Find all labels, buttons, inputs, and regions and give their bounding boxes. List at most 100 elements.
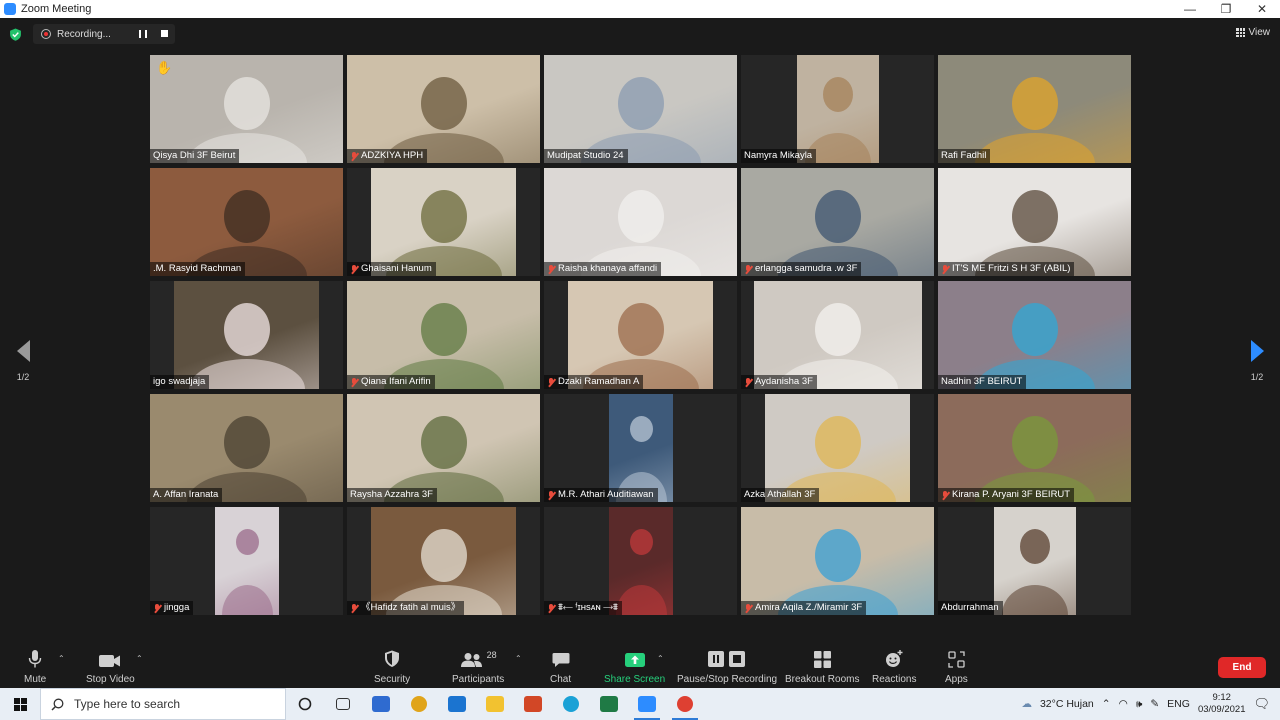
security-button[interactable]: Security — [374, 650, 410, 685]
participant-tile[interactable]: Nadhin 3F BEIRUT — [938, 281, 1131, 389]
cortana-button[interactable] — [286, 688, 324, 720]
encryption-shield-icon[interactable] — [9, 28, 22, 41]
taskbar-app-powerpoint[interactable] — [514, 688, 552, 720]
participant-video — [741, 507, 934, 615]
zoom-icon — [638, 696, 656, 712]
participant-figure — [815, 416, 861, 469]
taskbar-app-edge[interactable] — [552, 688, 590, 720]
pause-stop-recording-label: Pause/Stop Recording — [677, 674, 778, 685]
taskbar-app-zoom[interactable] — [628, 688, 666, 720]
participants-button[interactable]: 28 Participants — [452, 650, 504, 685]
stop-video-button[interactable]: Stop Video — [86, 650, 135, 685]
participant-figure — [224, 190, 270, 243]
taskbar-app-file-explorer[interactable] — [476, 688, 514, 720]
participant-tile[interactable]: erlangga samudra .w 3F — [741, 168, 934, 276]
notifications-icon[interactable]: 🗨 — [1253, 696, 1270, 712]
taskbar-app-store[interactable] — [362, 688, 400, 720]
network-icon[interactable]: ◠ — [1119, 698, 1128, 710]
video-camera-icon — [99, 650, 121, 668]
chat-button[interactable]: Chat — [550, 650, 571, 685]
participant-tile[interactable]: .M. Rasyid Rachman — [150, 168, 343, 276]
participant-tile[interactable]: Amira Aqila Z./Miramir 3F — [741, 507, 934, 615]
participant-tile[interactable]: 《Hafidz fatih al muis》 — [347, 507, 540, 615]
view-button[interactable]: View — [1235, 27, 1270, 38]
security-shield-icon — [384, 650, 400, 668]
participant-tile[interactable]: Abdurrahman — [938, 507, 1131, 615]
participant-video — [371, 168, 516, 276]
participant-name: .M. Rasyid Rachman — [153, 263, 242, 274]
participant-name-tag: Aydanisha 3F — [741, 375, 817, 389]
participant-name-tag: IT'S ME Fritzi S H 3F (ABIL) — [938, 262, 1075, 276]
breakout-rooms-button[interactable]: Breakout Rooms — [785, 650, 859, 685]
clock[interactable]: 9:12 03/09/2021 — [1198, 692, 1246, 716]
end-meeting-button[interactable]: End — [1218, 657, 1266, 678]
participant-tile[interactable]: Raisha khanaya affandi — [544, 168, 737, 276]
participant-name-tag: .M. Rasyid Rachman — [150, 262, 246, 276]
participant-tile[interactable]: jingga — [150, 507, 343, 615]
participant-tile[interactable]: Namyra Mikayla — [741, 55, 934, 163]
reactions-smiley-icon — [885, 650, 903, 668]
clock-time: 9:12 — [1212, 692, 1231, 703]
store-icon — [372, 696, 390, 712]
participant-figure — [815, 190, 861, 243]
mute-button[interactable]: Mute — [24, 650, 46, 685]
taskbar-app-chrome[interactable] — [400, 688, 438, 720]
start-button[interactable] — [0, 688, 40, 720]
taskbar-app-chrome-2[interactable] — [666, 688, 704, 720]
participant-video — [347, 55, 540, 163]
chrome-icon-2 — [677, 696, 693, 712]
reactions-button[interactable]: Reactions — [872, 650, 916, 685]
participant-tile[interactable]: Kirana P. Aryani 3F BEIRUT — [938, 394, 1131, 502]
participant-tile[interactable]: ADZKIYA HPH — [347, 55, 540, 163]
language-indicator[interactable]: ENG — [1167, 698, 1190, 710]
share-screen-button[interactable]: Share Screen — [604, 650, 665, 685]
participant-tile[interactable]: Aydanisha 3F — [741, 281, 934, 389]
muted-microphone-icon — [744, 264, 752, 274]
arrow-left-icon — [16, 340, 30, 362]
weather-text[interactable]: 32°C Hujan — [1040, 698, 1094, 710]
participant-tile[interactable]: igo swadjaja — [150, 281, 343, 389]
participant-tile[interactable]: IT'S ME Fritzi S H 3F (ABIL) — [938, 168, 1131, 276]
muted-microphone-icon — [350, 264, 358, 274]
participant-tile[interactable]: Dzaki Ramadhan A — [544, 281, 737, 389]
volume-icon[interactable]: 🕪 — [1136, 698, 1143, 711]
participant-tile[interactable]: Azka Athallah 3F — [741, 394, 934, 502]
next-page-button[interactable]: 1/2 — [1242, 340, 1272, 382]
taskbar-search-box[interactable]: Type here to search — [40, 688, 286, 720]
participant-tile[interactable]: Qiana Ifani Arifin — [347, 281, 540, 389]
apps-button[interactable]: Apps — [945, 650, 968, 685]
video-options-caret-icon[interactable]: ⌃ — [136, 654, 143, 663]
participant-tile[interactable]: Rafi Fadhil — [938, 55, 1131, 163]
pen-icon[interactable]: ✎ — [1150, 698, 1159, 710]
audio-options-caret-icon[interactable]: ⌃ — [58, 654, 65, 663]
maximize-button[interactable]: ❐ — [1208, 0, 1244, 18]
participants-options-caret-icon[interactable]: ⌃ — [515, 654, 522, 663]
participant-name: Ghaisani Hanum — [361, 263, 432, 274]
participant-video — [797, 55, 879, 163]
excel-icon — [600, 696, 618, 712]
participant-tile[interactable]: Mudipat Studio 24 — [544, 55, 737, 163]
participant-tile[interactable]: Raysha Azzahra 3F — [347, 394, 540, 502]
taskbar-app-task-view[interactable] — [324, 688, 362, 720]
taskbar-app-excel[interactable] — [590, 688, 628, 720]
close-button[interactable]: ✕ — [1244, 0, 1280, 18]
participants-label: Participants — [452, 674, 505, 685]
share-screen-icon — [624, 650, 645, 668]
pause-recording-icon[interactable] — [139, 30, 147, 38]
participant-tile[interactable]: M.R. Athari Auditiawan — [544, 394, 737, 502]
show-hidden-icons-icon[interactable]: ⌃ — [1102, 698, 1111, 710]
participant-tile[interactable]: ⩩⟵ ᶠɪʜsᴀɴ ⟶⩩ — [544, 507, 737, 615]
participant-tile[interactable]: ✋ Qisya Dhi 3F Beirut — [150, 55, 343, 163]
minimize-button[interactable]: — — [1172, 0, 1208, 18]
participant-tile[interactable]: A. Affan Iranata — [150, 394, 343, 502]
participant-tile[interactable]: Ghaisani Hanum — [347, 168, 540, 276]
stop-recording-icon[interactable] — [161, 30, 168, 37]
participant-video — [544, 168, 737, 276]
share-options-caret-icon[interactable]: ⌃ — [657, 654, 664, 663]
previous-page-button[interactable]: 1/2 — [8, 340, 38, 382]
participant-name-tag: Ghaisani Hanum — [347, 262, 436, 276]
participant-name: Kirana P. Aryani 3F BEIRUT — [952, 489, 1071, 500]
taskbar-app-mail[interactable] — [438, 688, 476, 720]
pause-stop-recording-button[interactable]: Pause/Stop Recording — [677, 650, 777, 685]
page-indicator-right: 1/2 — [1250, 372, 1264, 382]
